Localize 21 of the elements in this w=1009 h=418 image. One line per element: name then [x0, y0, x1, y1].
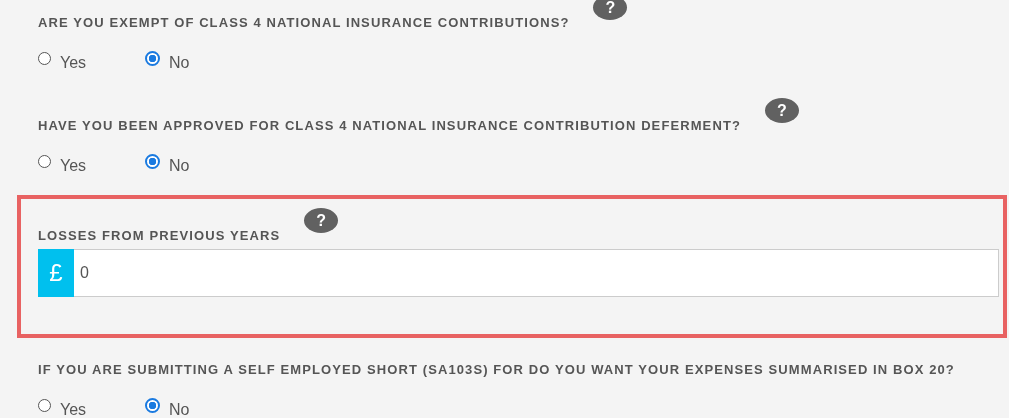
question-label: HAVE YOU BEEN APPROVED FOR CLASS 4 NATIONAL INSURANCE CONTRIBUTION DEFERMENT?	[38, 119, 741, 133]
help-icon[interactable]: ?	[304, 208, 339, 233]
option-label[interactable]: No	[169, 395, 190, 418]
radio-button[interactable]	[38, 398, 51, 412]
radio-button[interactable]	[38, 154, 51, 168]
currency-addon: £	[38, 249, 74, 297]
option-label[interactable]: Yes	[60, 395, 87, 418]
option-label[interactable]: No	[169, 48, 190, 72]
question-label: ARE YOU EXEMPT OF CLASS 4 NATIONAL INSURANCE CONTRIBUTIONS?	[38, 16, 570, 30]
radio-button[interactable]	[145, 50, 160, 66]
question-label: IF YOU ARE SUBMITTING A SELF EMPLOYED SHORT (SA103S) FOR DO YOU WANT YOUR EXPENSES SUMMARISED IN BOX 20?	[38, 363, 955, 377]
option-label[interactable]: Yes	[60, 151, 87, 175]
help-icon[interactable]: ?	[764, 98, 799, 123]
option-label[interactable]: No	[169, 151, 190, 175]
amount-field[interactable]: 0	[74, 249, 999, 297]
radio-button[interactable]	[38, 51, 51, 65]
radio-button[interactable]	[145, 397, 160, 413]
option-label[interactable]: Yes	[60, 48, 87, 72]
radio-button[interactable]	[145, 153, 160, 169]
help-icon[interactable]: ?	[593, 0, 628, 20]
question-label: LOSSES FROM PREVIOUS YEARS	[38, 229, 281, 243]
